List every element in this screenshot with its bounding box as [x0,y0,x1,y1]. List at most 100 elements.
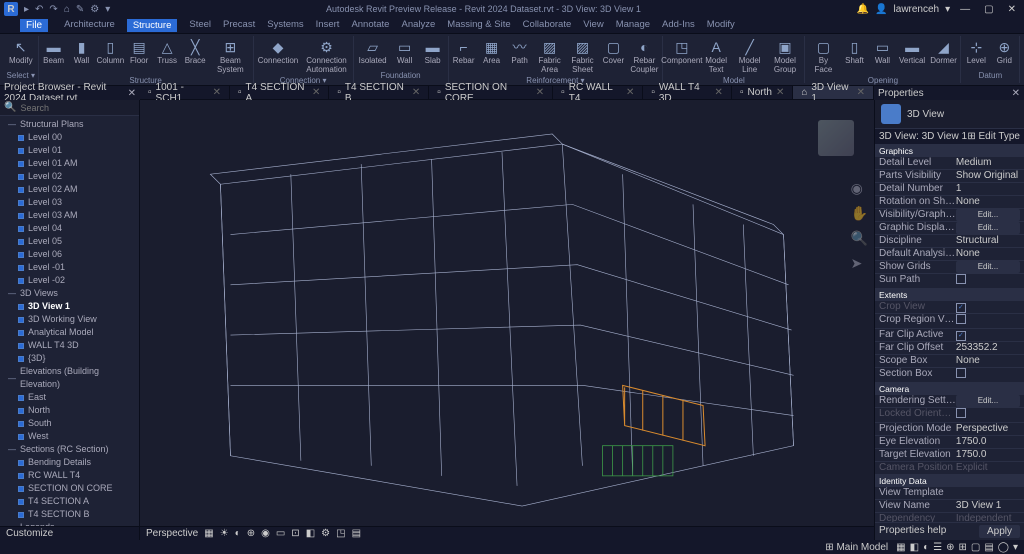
close-tab-icon[interactable]: ✕ [312,87,320,98]
qat-icon[interactable]: ▸ [24,4,29,15]
view-tab[interactable]: ▫T4 SECTION A✕ [230,86,329,99]
prop-row[interactable]: Graphic Display Opti...Edit... [875,222,1024,235]
close-browser-icon[interactable]: ✕ [128,88,136,99]
viewbar-icon[interactable]: ▦ [204,528,213,539]
prop-row[interactable]: View Template [875,487,1024,500]
status-icon[interactable]: ◐ [923,542,929,553]
edit-type-button[interactable]: ⊞ Edit Type [967,131,1020,142]
close-tab-icon[interactable]: ✕ [412,87,420,98]
app-logo[interactable]: R [4,2,18,16]
viewbar-icon[interactable]: ☀ [220,528,229,539]
menu-annotate[interactable]: Annotate [351,19,389,32]
viewbar-icon[interactable]: ◳ [336,528,345,539]
tree-group[interactable]: 3D Views [0,287,139,300]
nav-pan-icon[interactable]: ✋ [851,205,868,222]
prop-row[interactable]: Section Box [875,368,1024,383]
ribbon-tool-column[interactable]: ▯Column [97,36,125,76]
status-icon[interactable]: ⊕ [946,542,954,553]
apply-button[interactable]: Apply [979,525,1020,538]
ribbon-tool-model[interactable]: AModel Text [700,36,731,76]
tree-item[interactable]: 3D Working View [0,313,139,326]
qat-icon[interactable]: ↷ [49,4,57,15]
tree-item[interactable]: Level -02 [0,274,139,287]
close-button[interactable]: ✕ [1004,4,1020,15]
ribbon-tool-level[interactable]: ⊹Level [963,36,989,71]
close-tab-icon[interactable]: ✕ [626,87,634,98]
ribbon-tool-slab[interactable]: ▬Slab [420,36,446,71]
ribbon-tool-dormer[interactable]: ◢Dormer [929,36,959,76]
ribbon-tool-model[interactable]: ╱Model Line [734,36,766,76]
tree-item[interactable]: Level 01 [0,144,139,157]
prop-row[interactable]: Far Clip Offset253352.2 [875,342,1024,355]
menu-file[interactable]: File [20,19,48,32]
tree-group[interactable]: Structural Plans [0,118,139,131]
help-icon[interactable]: ▾ [945,4,950,15]
prop-row[interactable]: Target Elevation1750.0 [875,449,1024,462]
tree-item[interactable]: Level 06 [0,248,139,261]
ribbon-tool-fabric[interactable]: ▨Fabric Area [535,36,565,76]
qat-icon[interactable]: ⌂ [64,4,70,15]
ribbon-tool-shaft[interactable]: ▯Shaft [841,36,867,76]
menu-analyze[interactable]: Analyze [401,19,435,32]
nav-steering-icon[interactable]: ◉ [851,180,868,197]
prop-row[interactable]: Crop View [875,301,1024,314]
tree-item[interactable]: RC WALL T4 [0,469,139,482]
user-avatar[interactable]: 👤 [875,4,887,15]
nav-orbit-icon[interactable]: ➤ [851,255,868,272]
prop-row[interactable]: Visibility/Graphics O...Edit... [875,209,1024,222]
ribbon-tool-area[interactable]: ▦Area [479,36,505,76]
3d-viewport[interactable]: ◉ ✋ 🔍 ➤ Perspective ▦☀◐⊕◉▭⊡◧⚙◳▤ [140,100,874,540]
close-tab-icon[interactable]: ✕ [776,87,784,98]
tree-item[interactable]: Level 04 [0,222,139,235]
ribbon-tool-rebar[interactable]: ⌐Rebar [451,36,477,76]
viewbar-icon[interactable]: ◐ [235,528,241,539]
prop-row[interactable]: Far Clip Active [875,329,1024,342]
tree-item[interactable]: T4 SECTION A [0,495,139,508]
prop-row[interactable]: DisciplineStructural [875,235,1024,248]
tree-item[interactable]: North [0,404,139,417]
tree-item[interactable]: West [0,430,139,443]
menu-architecture[interactable]: Architecture [64,19,115,32]
tree-item[interactable]: Bending Details [0,456,139,469]
viewbar-icon[interactable]: ⊡ [291,528,299,539]
customize-label[interactable]: Customize [6,528,53,539]
properties-type-selector[interactable]: 3D View: 3D View 1 ⊞ Edit Type [875,129,1024,145]
tree-item[interactable]: {3D} [0,352,139,365]
close-tab-icon[interactable]: ✕ [857,87,865,98]
menu-insert[interactable]: Insert [316,19,340,32]
ribbon-tool-brace[interactable]: ╳Brace [182,36,208,76]
prop-row[interactable]: Camera PositionExplicit [875,462,1024,475]
qat-icon[interactable]: ⚙ [90,4,99,15]
prop-row[interactable]: DependencyIndependent [875,513,1024,522]
ribbon-tool-floor[interactable]: ▤Floor [126,36,152,76]
viewbar-icon[interactable]: ▤ [352,528,361,539]
menu-systems[interactable]: Systems [267,19,303,32]
view-tab[interactable]: ▫North✕ [732,86,793,99]
ribbon-tool-fabric[interactable]: ▨Fabric Sheet [567,36,599,76]
prop-row[interactable]: Detail Number1 [875,183,1024,196]
menu-structure[interactable]: Structure [127,19,178,32]
ribbon-tool-beam[interactable]: ⊞Beam System [210,36,250,76]
status-main-model[interactable]: ⊞ Main Model [825,542,888,553]
tree-item[interactable]: Level 03 [0,196,139,209]
tree-item[interactable]: Level 05 [0,235,139,248]
status-icon[interactable]: ⊞ [958,542,966,553]
view-tab[interactable]: ⌂3D View 1✕ [793,86,874,99]
prop-row[interactable]: Parts VisibilityShow Original [875,170,1024,183]
view-tab[interactable]: ▫WALL T4 3D✕ [643,86,732,99]
prop-row[interactable]: Detail LevelMedium [875,157,1024,170]
tree-item[interactable]: Level 02 AM [0,183,139,196]
prop-row[interactable]: Rotation on SheetNone [875,196,1024,209]
prop-row[interactable]: Projection ModePerspective [875,423,1024,436]
tree-item[interactable]: 3D View 1 [0,300,139,313]
menu-modify[interactable]: Modify [707,19,735,32]
view-tab[interactable]: ▫1001 - SCH1✕ [140,86,230,99]
prop-row[interactable]: Locked Orientation [875,408,1024,423]
view-tab[interactable]: ▫RC WALL T4✕ [553,86,643,99]
tree-item[interactable]: South [0,417,139,430]
viewbar-icon[interactable]: ⊕ [247,528,255,539]
ribbon-tool-wall[interactable]: ▭Wall [392,36,418,71]
viewbar-icon[interactable]: ◉ [261,528,270,539]
menu-manage[interactable]: Manage [616,19,650,32]
view-tab[interactable]: ▫T4 SECTION B✕ [329,86,429,99]
